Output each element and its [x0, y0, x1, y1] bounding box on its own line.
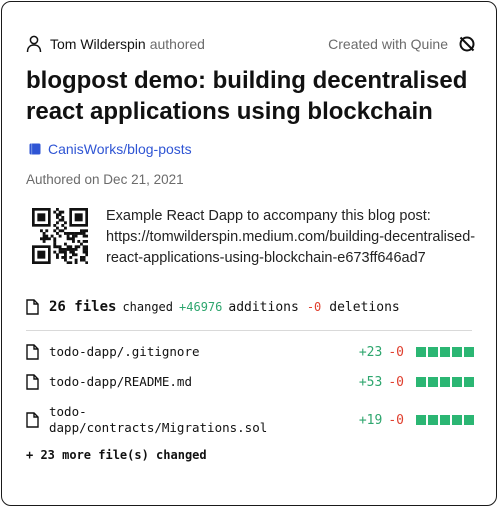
deletions-label: deletions — [329, 299, 400, 315]
authored-date: Authored on Dec 21, 2021 — [26, 172, 184, 187]
quine-logo-icon — [458, 35, 476, 53]
deletions-count: -0 — [306, 300, 322, 314]
additions-label: additions — [228, 299, 299, 315]
page-title: blogpost demo: building decentralised re… — [26, 67, 468, 125]
file-name: todo-dapp/README.md — [49, 374, 192, 389]
changed-label: changed — [122, 300, 174, 314]
diff-bar — [414, 415, 474, 425]
file-icon — [26, 412, 39, 428]
file-row[interactable]: todo- dapp/contracts/Migrations.sol +19 … — [26, 404, 474, 436]
book-icon — [29, 143, 41, 155]
commit-card: Tom Wilderspin authored Created with Qui… — [1, 1, 497, 506]
file-row[interactable]: todo-dapp/.gitignore +23 -0 — [26, 344, 474, 360]
description-row: Example React Dapp to accompany this blo… — [32, 206, 476, 269]
description: Example React Dapp to accompany this blo… — [106, 208, 476, 266]
created-with-label: Created with Quine — [328, 36, 448, 52]
author-verb: authored — [149, 36, 205, 52]
author-name[interactable]: Tom Wilderspin — [50, 36, 146, 52]
person-icon — [26, 35, 42, 53]
qr-code — [32, 208, 89, 265]
file-additions: +19 — [358, 412, 383, 428]
diff-stats: 26 files changed +46976 additions -0 del… — [26, 299, 400, 315]
diff-bar — [414, 347, 474, 357]
more-files-link[interactable]: + 23 more file(s) changed — [26, 448, 207, 462]
repo-label: CanisWorks/blog-posts — [48, 141, 192, 157]
file-icon — [26, 344, 39, 360]
file-additions: +53 — [358, 374, 383, 390]
repo-link[interactable]: CanisWorks/blog-posts — [29, 141, 192, 157]
author: Tom Wilderspin authored — [26, 35, 205, 53]
additions-count: +46976 — [179, 300, 223, 314]
file-row[interactable]: todo-dapp/README.md +53 -0 — [26, 374, 474, 390]
file-deletions: -0 — [388, 374, 404, 390]
file-name: todo-dapp/.gitignore — [49, 344, 200, 359]
divider — [26, 330, 472, 331]
files-count: 26 files — [49, 299, 117, 315]
file-additions: +23 — [358, 344, 383, 360]
file-name: todo- dapp/contracts/Migrations.sol — [49, 404, 268, 435]
file-deletions: -0 — [388, 412, 404, 428]
created-with[interactable]: Created with Quine — [328, 35, 476, 53]
file-deletions: -0 — [388, 344, 404, 360]
file-icon — [26, 299, 39, 315]
card-header: Tom Wilderspin authored Created with Qui… — [26, 32, 476, 56]
file-icon — [26, 374, 39, 390]
diff-bar — [414, 377, 474, 387]
